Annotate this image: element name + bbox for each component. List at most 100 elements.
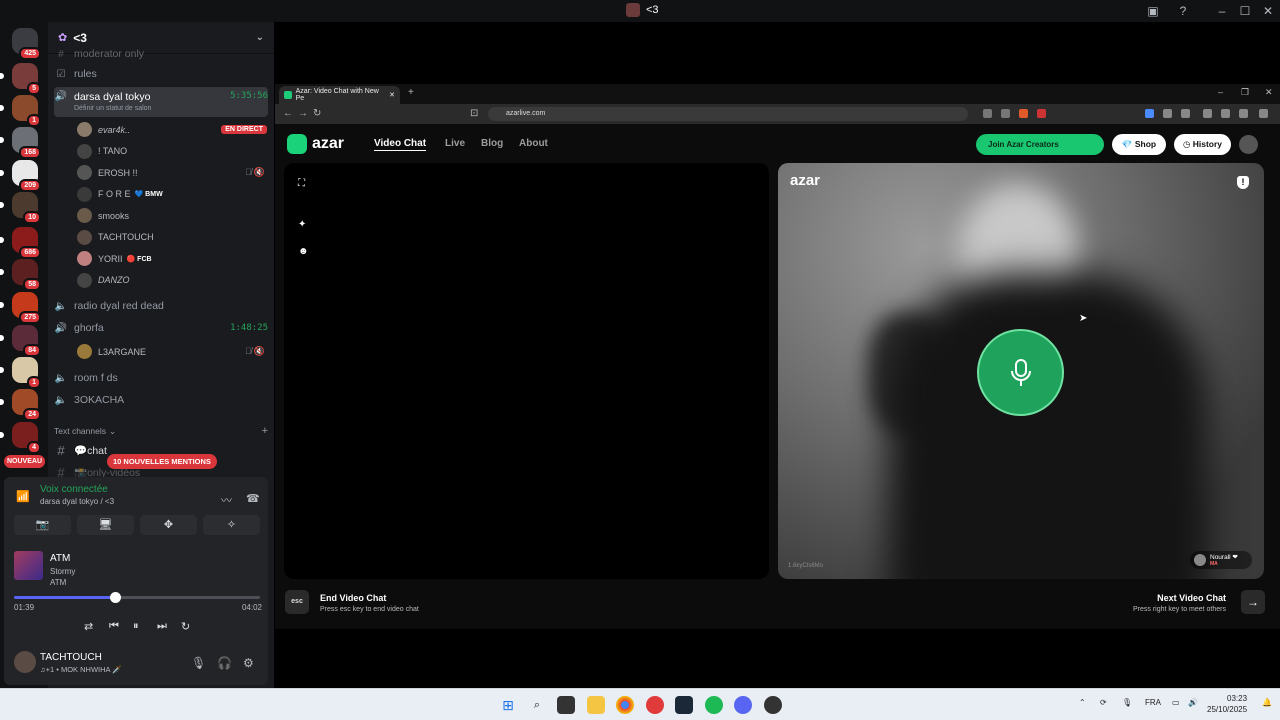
steam-icon[interactable] (675, 696, 693, 714)
soundboard-button[interactable]: ✧ (203, 515, 260, 535)
voice-user[interactable]: L3ARGANE 🎙̸🔇 (77, 344, 267, 359)
profile-avatar[interactable] (1239, 135, 1258, 154)
guild-server-7[interactable]: 58 (0, 259, 41, 291)
nav-video-chat[interactable]: Video Chat (374, 138, 426, 149)
opera-icon[interactable] (646, 696, 664, 714)
menu-icon[interactable] (1259, 109, 1268, 118)
voice-channel-radio[interactable]: 🔈 radio dyal red dead (54, 300, 268, 312)
headset-icon[interactable]: 🎧 (217, 656, 232, 670)
minimize-button[interactable]: – (1214, 3, 1230, 19)
voice-user[interactable]: F O R E 💙 BMW (77, 186, 267, 202)
rewards-icon[interactable] (1037, 109, 1046, 118)
spotify-icon[interactable] (705, 696, 723, 714)
expand-icon[interactable]: ⛶ (298, 178, 305, 189)
close-tab-icon[interactable]: ✕ (389, 91, 395, 99)
share-icon[interactable] (1001, 109, 1010, 118)
chevron-up-icon[interactable]: ⌃ (1079, 698, 1086, 707)
signal-icon[interactable]: 📶 (16, 490, 30, 503)
esc-key-button[interactable]: esc (285, 590, 309, 614)
voice-user[interactable]: smooks (77, 208, 267, 223)
voice-channel-room[interactable]: 🔈 room f ds (54, 372, 268, 384)
voice-user[interactable]: TACHTOUCH (77, 229, 267, 245)
guild-server-11[interactable]: 24 (0, 389, 41, 421)
channel-rules[interactable]: ☑ rules (54, 67, 268, 81)
end-chat-title[interactable]: End Video Chat (320, 593, 386, 603)
category-text-channels[interactable]: Text channels ⌄ + (54, 425, 268, 437)
progress-knob[interactable] (109, 592, 121, 603)
microphone-icon[interactable]: 🎙 (191, 656, 206, 670)
voice-channel-darsa[interactable]: 🔊 darsa dyal tokyo 5:35:56 Définir un sta… (54, 87, 268, 117)
shuffle-icon[interactable]: ⇄ (84, 620, 93, 633)
nav-blog[interactable]: Blog (481, 138, 503, 149)
previous-icon[interactable]: ⏮ (109, 620, 119, 633)
next-arrow-button[interactable]: → (1241, 590, 1265, 614)
app-icon[interactable] (764, 696, 782, 714)
screenshare-button[interactable]: 🖥 (77, 515, 134, 535)
forward-icon[interactable]: → (298, 108, 308, 119)
voice-user[interactable]: evar4k.. EN DIRECT (77, 122, 267, 137)
voice-user[interactable]: EROSH !! 🎙̸🔇 (77, 165, 267, 180)
volume-icon[interactable]: 🔊 (1188, 698, 1198, 707)
guild-home[interactable]: 425 (12, 28, 41, 60)
new-servers-badge[interactable]: NOUVEAU (4, 455, 46, 468)
voice-user[interactable]: YORII 🔴 FCB (77, 251, 267, 266)
voice-channel-ghorfa[interactable]: 🔊 ghorfa 1:48:25 (54, 322, 268, 334)
noise-suppression-icon[interactable]: 〰 (221, 492, 232, 508)
network-icon[interactable]: ▭ (1172, 698, 1180, 707)
chrome-icon[interactable] (616, 696, 634, 714)
repeat-icon[interactable]: ↻ (181, 620, 190, 633)
microphone-tray-icon[interactable]: 🎙 (1122, 698, 1132, 707)
notification-icon[interactable]: 🔔 (1262, 698, 1272, 707)
guild-server-2[interactable]: 1 (0, 95, 41, 127)
file-explorer-icon[interactable] (587, 696, 605, 714)
guild-server-4[interactable]: 209 (0, 160, 41, 192)
join-creators-button[interactable]: Join Azar Creators (976, 134, 1104, 155)
search-icon[interactable]: ⌕ (528, 696, 546, 714)
avatar[interactable] (14, 651, 36, 673)
cast-icon[interactable] (983, 109, 992, 118)
windows-start-icon[interactable]: ⊞ (499, 696, 517, 714)
browser-restore[interactable]: ❐ (1241, 87, 1249, 98)
help-icon[interactable]: ? (1175, 3, 1191, 19)
new-mentions-badge[interactable]: 10 NOUVELLES MENTIONS (107, 454, 217, 469)
sync-icon[interactable]: ⟳ (1100, 698, 1107, 707)
add-channel-icon[interactable]: + (262, 425, 268, 437)
clock[interactable]: 03:23 25/10/2025 (1207, 693, 1247, 715)
maximize-button[interactable]: ☐ (1237, 3, 1253, 19)
voice-channel-okacha[interactable]: 🔈 3OKACHA (54, 394, 268, 406)
nav-live[interactable]: Live (445, 138, 465, 149)
close-button[interactable]: ✕ (1260, 3, 1276, 19)
progress-bar[interactable] (14, 592, 260, 603)
task-view-icon[interactable] (557, 696, 575, 714)
extension-icon[interactable] (1145, 109, 1154, 118)
pause-icon[interactable]: ⏸ (133, 620, 139, 633)
channel-partial[interactable]: # moderator only (54, 48, 268, 60)
discord-icon[interactable] (734, 696, 752, 714)
shop-button[interactable]: 💎 Shop (1112, 134, 1166, 155)
next-icon[interactable]: ⏭ (157, 620, 167, 633)
azar-logo[interactable]: azar (287, 134, 344, 154)
nav-about[interactable]: About (519, 138, 548, 149)
reload-icon[interactable]: ↻ (313, 108, 321, 119)
extension-icon[interactable] (1163, 109, 1172, 118)
next-chat-title[interactable]: Next Video Chat (1157, 593, 1226, 603)
face-filter-icon[interactable]: ☻ (298, 246, 309, 257)
address-bar[interactable]: azarlive.com (488, 107, 968, 121)
inbox-icon[interactable]: ▣ (1145, 3, 1161, 19)
partner-tag[interactable]: Nourall ❤ MA (1190, 551, 1252, 569)
bookmark-icon[interactable]: ⊡ (470, 108, 478, 119)
guild-server-3[interactable]: 168 (0, 127, 41, 159)
wallet-icon[interactable] (1221, 109, 1230, 118)
chevron-down-icon[interactable]: ⌄ (256, 32, 264, 43)
vpn-icon[interactable] (1239, 109, 1248, 118)
back-icon[interactable]: ← (283, 108, 293, 119)
voice-user[interactable]: ! TANO (77, 143, 267, 159)
guild-server-12[interactable]: 4 (0, 422, 41, 454)
guild-server-8[interactable]: 275 (0, 292, 41, 324)
new-tab-button[interactable]: + (408, 87, 414, 98)
disconnect-icon[interactable]: ☎ (246, 492, 260, 505)
extension-icon[interactable] (1181, 109, 1190, 118)
activities-button[interactable]: ✥ (140, 515, 197, 535)
browser-close[interactable]: ✕ (1265, 87, 1273, 98)
voice-user[interactable]: DANZO (77, 272, 267, 288)
